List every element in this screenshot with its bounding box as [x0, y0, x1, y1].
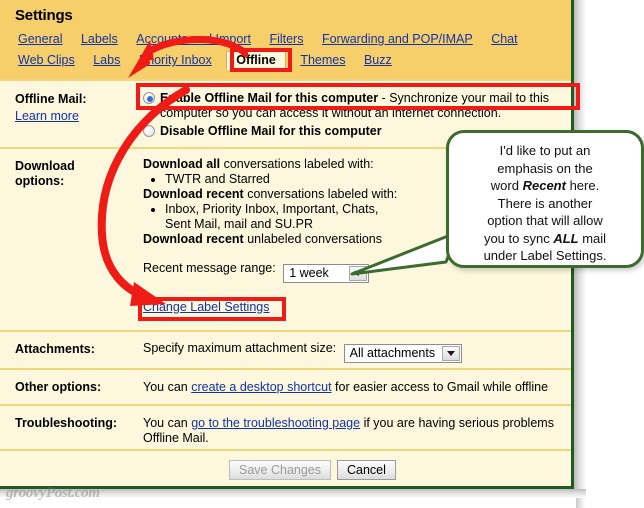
recent-message-range-row: Recent message range: 1 week — [143, 261, 397, 283]
cancel-button[interactable]: Cancel — [337, 460, 396, 480]
offline-mail-label: Offline Mail: Learn more — [15, 92, 87, 123]
troubleshooting-text-before: You can — [143, 416, 192, 430]
callout-line-1: I'd like to put an — [499, 143, 591, 158]
attachments-text: Specify maximum attachment size: — [143, 341, 337, 355]
callout-line-6: you to sync ALL mail — [483, 230, 607, 246]
tab-priority-inbox[interactable]: Priority Inbox — [135, 52, 216, 69]
save-changes-button[interactable]: Save Changes — [229, 460, 332, 480]
tab-labels[interactable]: Labels — [77, 31, 122, 48]
download-recent-heading: Download recent conversations labeled wi… — [143, 187, 398, 201]
other-options-body: You can create a desktop shortcut for ea… — [143, 380, 548, 395]
settings-action-bar: Save Changes Cancel — [0, 449, 571, 486]
section-attachments: Attachments: Specify maximum attachment … — [0, 330, 571, 368]
attachments-label: Attachments: — [15, 342, 95, 356]
list-item: TWTR and Starred — [165, 172, 397, 187]
troubleshooting-text-line2: Offline Mail. — [143, 431, 209, 445]
troubleshooting-label: Troubleshooting: — [15, 416, 118, 430]
tab-labs[interactable]: Labs — [89, 52, 124, 69]
callout-emphasis-all: ALL — [553, 230, 579, 246]
other-options-text-before: You can — [143, 380, 192, 394]
download-all-list: TWTR and Starred — [147, 172, 397, 187]
callout-line-7: under Label Settings. — [483, 248, 607, 263]
troubleshooting-page-link[interactable]: go to the troubleshooting page — [191, 416, 360, 430]
screenshot-root: Settings General Labels Accounts and Imp… — [0, 0, 644, 508]
settings-tabs-row-2: Web Clips Labs Priority Inbox Offline Th… — [14, 51, 403, 71]
chevron-down-icon[interactable] — [441, 346, 460, 361]
tab-filters[interactable]: Filters — [265, 31, 307, 48]
tab-chat[interactable]: Chat — [487, 31, 521, 48]
troubleshooting-text-after: if you are having serious problems — [360, 416, 554, 430]
callout-line-3: word Recent here. — [490, 178, 600, 193]
download-options-body: Download all conversations labeled with:… — [143, 157, 397, 315]
tab-forwarding-pop-imap[interactable]: Forwarding and POP/IMAP — [318, 31, 477, 48]
callout-emphasis-recent: Recent — [522, 178, 566, 193]
create-desktop-shortcut-link[interactable]: create a desktop shortcut — [191, 380, 331, 394]
attachments-body: Specify maximum attachment size: All att… — [143, 341, 462, 363]
callout-line-2: emphasis on the — [497, 160, 593, 176]
settings-tabs-row-1: General Labels Accounts and Import Filte… — [14, 31, 529, 48]
download-options-label: Download options: — [15, 159, 75, 188]
radio-disable-offline-mail[interactable] — [143, 125, 155, 137]
recent-message-range-value: 1 week — [289, 266, 329, 280]
section-troubleshooting: Troubleshooting: You can go to the troub… — [0, 404, 571, 449]
radio-disable-offline-mail-label: Disable Offline Mail for this computer — [160, 124, 382, 138]
tab-accounts-and-import[interactable]: Accounts and Import — [132, 31, 255, 48]
recent-message-range-select[interactable]: 1 week — [283, 264, 370, 283]
tab-buzz[interactable]: Buzz — [360, 52, 396, 69]
chevron-down-icon[interactable] — [349, 266, 368, 281]
page-title: Settings — [15, 7, 73, 24]
tab-themes[interactable]: Themes — [296, 52, 349, 69]
other-options-text-after: for easier access to Gmail while offline — [331, 380, 549, 394]
download-recent-list: Inbox, Priority Inbox, Important, Chats,… — [147, 202, 397, 232]
attachment-size-value: All attachments — [349, 346, 436, 360]
watermark: groovyPost.com — [6, 485, 100, 501]
tab-general[interactable]: General — [14, 31, 66, 48]
learn-more-link[interactable]: Learn more — [15, 109, 87, 123]
callout-line-5: option that will allow — [487, 213, 603, 228]
highlight-box-enable-offline-mail — [136, 83, 580, 110]
recent-message-range-label: Recent message range: — [143, 261, 276, 275]
attachment-size-select[interactable]: All attachments — [343, 344, 462, 363]
other-options-label: Other options: — [15, 380, 102, 394]
troubleshooting-body: You can go to the troubleshooting page i… — [143, 416, 554, 446]
list-item: Inbox, Priority Inbox, Important, Chats,… — [165, 202, 397, 232]
download-all-heading: Download all conversations labeled with: — [143, 157, 374, 171]
download-unlabeled-heading: Download recent unlabeled conversations — [143, 232, 383, 246]
annotation-callout: I'd like to put an emphasis on the word … — [446, 130, 644, 268]
callout-line-4: There is another — [497, 195, 593, 211]
highlight-box-change-label-settings — [138, 297, 286, 321]
tab-web-clips[interactable]: Web Clips — [14, 52, 79, 69]
section-other-options: Other options: You can create a desktop … — [0, 368, 571, 404]
highlight-box-offline-tab — [230, 48, 292, 72]
